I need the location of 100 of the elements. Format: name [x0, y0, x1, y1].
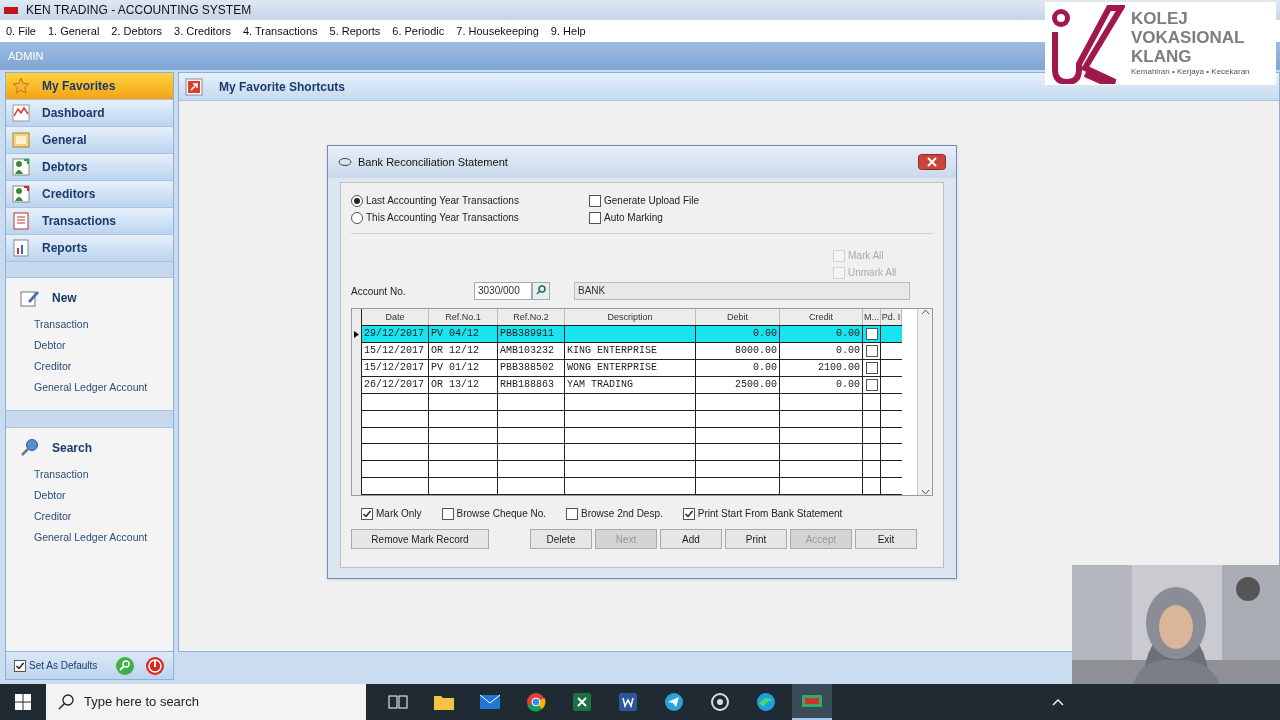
search-placeholder: Type here to search [84, 693, 199, 712]
close-button[interactable] [918, 154, 946, 170]
star-icon [12, 77, 30, 95]
checkbox[interactable] [441, 507, 454, 520]
column-header[interactable]: Debit [696, 309, 780, 325]
search-icon [58, 694, 74, 710]
checkbox[interactable] [865, 328, 878, 340]
menu-item[interactable]: 5. Reports [329, 22, 381, 40]
table-cell: 0.00 [780, 343, 863, 359]
column-header[interactable]: Credit [780, 309, 863, 325]
panel-title: My Favorite Shortcuts [219, 78, 346, 96]
checkbox[interactable] [865, 379, 878, 391]
table-cell: YAM TRADING [565, 377, 696, 393]
scrollbar[interactable] [917, 309, 932, 495]
caret-icon[interactable] [1052, 698, 1064, 706]
sidebar-item[interactable]: Reports [6, 235, 173, 262]
dialog-button[interactable]: Exit [855, 529, 917, 549]
column-header[interactable]: Ref.No.1 [429, 309, 498, 325]
dialog-button[interactable]: Print [725, 529, 787, 549]
sidebar-link[interactable]: Debtor [34, 485, 66, 506]
menu-item[interactable]: 9. Help [550, 22, 586, 40]
app-icon[interactable] [792, 684, 832, 720]
table-row[interactable]: 15/12/2017 PV 01/12 PBB388502 WONG ENTERPRISE 0.00 2100.00 [362, 360, 902, 377]
table-cell: 0.00 [696, 326, 780, 342]
search-icon[interactable] [115, 655, 135, 676]
table-cell: AMB103232 [498, 343, 565, 359]
menu-item[interactable]: 3. Creditors [174, 22, 231, 40]
sidebar-link[interactable]: Creditor [34, 506, 72, 527]
sidebar-link[interactable]: Transaction [34, 464, 89, 485]
checkbox[interactable] [589, 194, 601, 207]
menu-item[interactable]: 0. File [6, 22, 36, 40]
menu-item[interactable]: 7. Housekeeping [456, 22, 539, 40]
checkbox-label: Browse Cheque No. [456, 507, 547, 521]
power-icon[interactable] [145, 655, 165, 676]
table-cell: PBB388502 [498, 360, 565, 376]
checkbox-label: Generate Upload File [604, 194, 700, 208]
checkbox[interactable] [865, 362, 878, 374]
table-row[interactable]: 29/12/2017 PV 04/12 PBB389911 0.00 0.00 [362, 326, 902, 343]
sidebar-link[interactable]: General Ledger Account [34, 377, 148, 398]
column-header[interactable]: Description [565, 309, 696, 325]
column-header[interactable]: Ref.No.2 [498, 309, 565, 325]
chart-icon [12, 104, 30, 122]
checkbox[interactable] [682, 507, 695, 520]
dialog-title: Bank Reconciliation Statement [358, 154, 508, 170]
sidebar-link[interactable]: Debtor [34, 335, 66, 356]
sidebar-item[interactable]: Dashboard [6, 100, 173, 127]
checkbox[interactable] [865, 345, 878, 357]
menu-item[interactable]: 1. General [47, 22, 100, 40]
search-field[interactable]: Type here to search [46, 684, 366, 720]
logo-text: KLANG [1131, 47, 1193, 66]
shortcut-icon [185, 77, 203, 96]
sidebar-item[interactable]: Transactions [6, 208, 173, 235]
table-cell: 26/12/2017 [362, 377, 429, 393]
table-cell: PV 04/12 [429, 326, 498, 342]
dialog-button[interactable]: Remove Mark Record [351, 529, 489, 549]
column-header[interactable]: Pd. I [881, 309, 902, 325]
sidebar-link[interactable]: Transaction [34, 314, 89, 335]
sidebar-item[interactable]: General [6, 127, 173, 154]
table-cell: OR 12/12 [429, 343, 498, 359]
account-field[interactable]: 3030/000 [474, 282, 532, 300]
checkbox[interactable] [361, 507, 373, 520]
menu-item[interactable]: 6. Periodic [392, 22, 445, 40]
sidebar-item[interactable]: My Favorites [6, 73, 173, 100]
dialog-button[interactable]: Delete [530, 529, 592, 549]
lookup-button[interactable] [532, 282, 550, 300]
radio-label: This Accounting Year Transactions [366, 211, 519, 225]
menu-item[interactable]: 2. Debtors [111, 22, 163, 40]
sidebar-link[interactable]: General Ledger Account [34, 527, 148, 548]
field-label: Account No. [351, 284, 407, 299]
checkbox[interactable] [566, 507, 579, 520]
checkbox[interactable] [589, 211, 601, 224]
radio-button[interactable] [351, 194, 363, 207]
pencil-icon [20, 288, 40, 308]
sidebar-item[interactable]: Debtors [6, 154, 173, 181]
search-icon [20, 438, 40, 458]
sidebar-item[interactable]: Creditors [6, 181, 173, 208]
column-header[interactable]: M... [863, 309, 881, 325]
section-title: New [52, 290, 77, 307]
app-icon [4, 5, 18, 15]
column-header[interactable]: Date [362, 309, 429, 325]
table-cell: KING ENTERPRISE [565, 343, 696, 359]
table-row[interactable]: 26/12/2017 OR 13/12 RHB188863 YAM TRADING 2500.00 0.00 [362, 377, 902, 394]
checkbox-label: Browse 2nd Desp. [581, 507, 663, 521]
checkbox[interactable] [14, 659, 26, 672]
section-title: Search [52, 440, 93, 457]
table-cell: RHB188863 [498, 377, 565, 393]
sidebar-link[interactable]: Creditor [34, 356, 72, 377]
account-name-field: BANK [574, 282, 910, 300]
scroll-down-icon[interactable] [920, 489, 930, 495]
logo-text: KOLEJ [1131, 9, 1189, 28]
start-icon[interactable] [15, 694, 31, 710]
radio-button[interactable] [351, 211, 363, 224]
row-pointer-icon [354, 331, 359, 338]
user-label: ADMIN [8, 48, 44, 64]
table-row[interactable]: 15/12/2017 OR 12/12 AMB103232 KING ENTERPRISE 8000.00 0.00 [362, 343, 902, 360]
table-cell: OR 13/12 [429, 377, 498, 393]
menu-item[interactable]: 4. Transactions [242, 22, 318, 40]
dialog-button[interactable]: Add [660, 529, 722, 549]
logo-tagline: Kemahiran • Kerjaya • Kecekaran [1131, 66, 1250, 78]
scroll-up-icon[interactable] [920, 309, 930, 315]
